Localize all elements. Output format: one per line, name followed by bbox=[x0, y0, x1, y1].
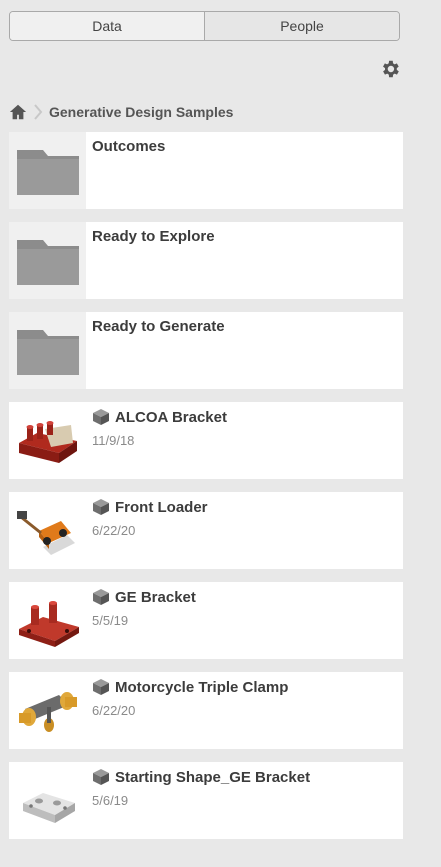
cube-icon bbox=[93, 409, 109, 425]
design-thumbnail bbox=[9, 582, 86, 659]
folder-item-outcomes[interactable]: Outcomes bbox=[9, 132, 403, 209]
design-item-ge-bracket[interactable]: GE Bracket 5/5/19 bbox=[9, 582, 403, 659]
folder-name: Outcomes bbox=[92, 138, 166, 155]
design-name-label: Starting Shape_GE Bracket bbox=[115, 768, 311, 786]
design-date: 5/6/19 bbox=[92, 793, 129, 808]
file-list: Outcomes Ready to Explore Ready to Gener… bbox=[9, 132, 403, 852]
design-item-motorcycle-triple-clamp[interactable]: Motorcycle Triple Clamp 6/22/20 bbox=[9, 672, 403, 749]
tab-people[interactable]: People bbox=[204, 12, 399, 40]
cube-icon bbox=[93, 499, 109, 515]
starting-shape-model-image bbox=[22, 792, 75, 823]
design-thumbnail bbox=[9, 492, 86, 569]
design-thumbnail bbox=[9, 402, 86, 479]
design-name: ALCOA Bracket bbox=[92, 408, 227, 426]
cube-icon bbox=[93, 589, 109, 605]
folder-thumbnail bbox=[9, 132, 86, 209]
folder-icon bbox=[16, 239, 79, 285]
chevron-right-icon bbox=[34, 104, 43, 120]
alcoa-bracket-model-image bbox=[18, 420, 77, 463]
folder-thumbnail bbox=[9, 312, 86, 389]
design-item-starting-shape-ge-bracket[interactable]: Starting Shape_GE Bracket 5/6/19 bbox=[9, 762, 403, 839]
design-name: Starting Shape_GE Bracket bbox=[92, 768, 310, 786]
gear-icon[interactable] bbox=[379, 58, 401, 80]
breadcrumb: Generative Design Samples bbox=[9, 101, 233, 123]
cube-icon bbox=[93, 769, 109, 785]
design-date: 6/22/20 bbox=[92, 523, 136, 538]
design-name-label: Motorcycle Triple Clamp bbox=[115, 678, 289, 696]
design-item-front-loader[interactable]: Front Loader 6/22/20 bbox=[9, 492, 403, 569]
folder-item-ready-to-generate[interactable]: Ready to Generate bbox=[9, 312, 403, 389]
design-date: 6/22/20 bbox=[92, 703, 136, 718]
folder-name: Ready to Explore bbox=[92, 228, 215, 245]
home-icon[interactable] bbox=[9, 103, 27, 121]
design-thumbnail bbox=[9, 762, 86, 839]
design-name: Front Loader bbox=[92, 498, 208, 516]
design-name-label: Front Loader bbox=[115, 498, 208, 516]
ge-bracket-model-image bbox=[18, 600, 79, 647]
folder-name: Ready to Generate bbox=[92, 318, 225, 335]
front-loader-model-image bbox=[16, 510, 75, 555]
design-name: Motorcycle Triple Clamp bbox=[92, 678, 288, 696]
panel-tabs: Data People bbox=[9, 11, 400, 41]
cube-icon bbox=[93, 679, 109, 695]
design-name-label: GE Bracket bbox=[115, 588, 196, 606]
design-name-label: ALCOA Bracket bbox=[115, 408, 227, 426]
design-date: 5/5/19 bbox=[92, 613, 129, 628]
design-thumbnail bbox=[9, 672, 86, 749]
design-name: GE Bracket bbox=[92, 588, 196, 606]
design-item-alcoa-bracket[interactable]: ALCOA Bracket 11/9/18 bbox=[9, 402, 403, 479]
folder-icon bbox=[16, 149, 79, 195]
motorcycle-triple-clamp-model-image bbox=[18, 691, 77, 732]
folder-icon bbox=[16, 329, 79, 375]
breadcrumb-project[interactable]: Generative Design Samples bbox=[49, 104, 233, 120]
design-date: 11/9/18 bbox=[92, 433, 135, 448]
folder-thumbnail bbox=[9, 222, 86, 299]
tab-data[interactable]: Data bbox=[10, 12, 204, 40]
folder-item-ready-to-explore[interactable]: Ready to Explore bbox=[9, 222, 403, 299]
